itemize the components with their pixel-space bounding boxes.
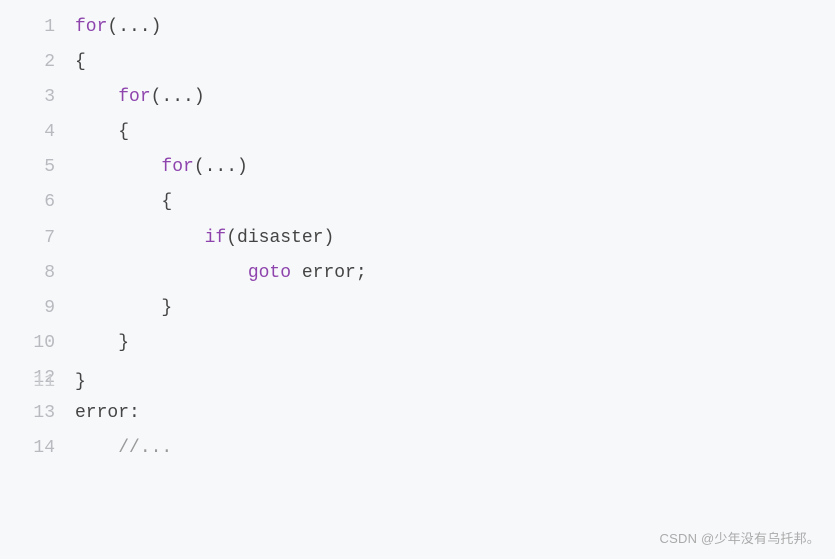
code-content: } [75,291,172,326]
token-keyword: for [118,87,150,107]
token-text: error; [291,263,367,283]
code-line: 1 for(...) [20,10,815,45]
code-content: } [75,326,129,361]
line-number: 4 [20,115,55,150]
code-line: 9 } [20,291,815,326]
line-number: 5 [20,150,55,185]
line-number: 10 [20,326,55,361]
line-number: 14 [20,431,55,466]
line-number: 11 [20,365,55,400]
code-content: { [75,45,86,80]
token-punct: } [161,298,172,318]
watermark: CSDN @少年没有乌托邦。 [660,526,820,551]
token-punct: } [75,372,86,392]
line-number: 13 [20,396,55,431]
code-content: goto error; [75,256,367,291]
code-line: 10 } [20,326,815,361]
token-text: (disaster) [226,228,334,248]
code-line: 4 { [20,115,815,150]
token-text: error: [75,403,140,423]
code-line: 14 //... [20,431,815,466]
code-content: //... [75,431,172,466]
code-line: 6 { [20,185,815,220]
code-line: 11} [20,365,86,400]
code-line: 2{ [20,45,815,80]
line-number: 1 [20,10,55,45]
token-punct: } [118,333,129,353]
code-block: 1for(...)2{3 for(...)4 {5 for(...)6 {7 i… [20,10,815,466]
token-keyword: for [161,157,193,177]
token-comment: //... [118,438,172,458]
line-number: 6 [20,185,55,220]
code-line: 12 [20,361,815,396]
token-punct: { [161,192,172,212]
code-content: if(disaster) [75,221,334,256]
code-line: 5 for(...) [20,150,815,185]
token-keyword: if [205,228,227,248]
line-number: 9 [20,291,55,326]
token-keyword: goto [248,263,291,283]
token-punct: { [75,52,86,72]
line-number: 7 [20,221,55,256]
token-punct: (...) [194,157,248,177]
code-line: 7 if(disaster) [20,221,815,256]
line-number: 2 [20,45,55,80]
code-content: for(...) [75,10,161,45]
code-line: 8 goto error; [20,256,815,291]
token-keyword: for [75,17,107,37]
code-content: for(...) [75,80,205,115]
code-line: 13 error: [20,396,815,431]
code-line: 3 for(...) [20,80,815,115]
code-content: for(...) [75,150,248,185]
line-number: 3 [20,80,55,115]
code-content: error: [75,396,140,431]
line-number: 8 [20,256,55,291]
code-content: { [75,185,172,220]
code-content: { [75,115,129,150]
token-punct: (...) [107,17,161,37]
token-punct: { [118,122,129,142]
token-punct: (...) [151,87,205,107]
code-content: } [75,365,86,400]
